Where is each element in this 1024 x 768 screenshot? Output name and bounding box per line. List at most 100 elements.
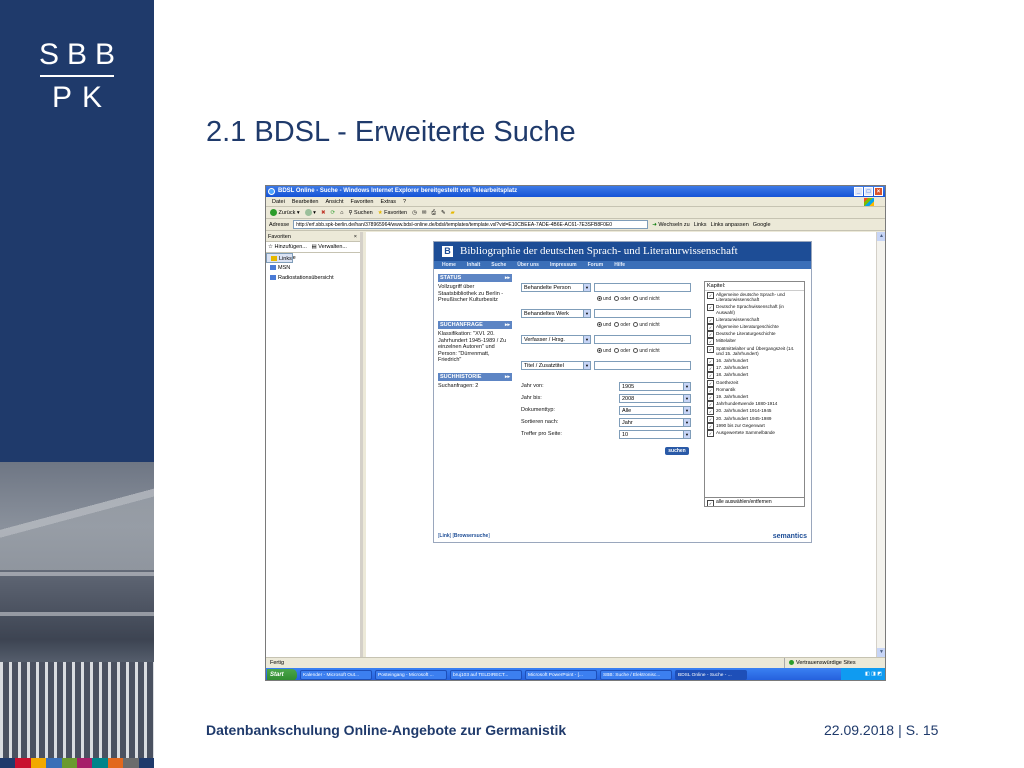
browsersuche-link[interactable]: Browsersuche xyxy=(454,533,488,539)
taskbar-task[interactable]: Kalender - Microsoft Out... xyxy=(300,669,372,680)
kapitel-checkbox[interactable]: 18. Jahrhundert xyxy=(705,371,804,380)
verfasser-input[interactable] xyxy=(594,335,691,344)
go-button[interactable]: ➜ Wechseln zu xyxy=(652,219,690,231)
radio-group-1[interactable]: und oder und nicht xyxy=(594,296,660,302)
search-button[interactable]: ⚲ Suchen xyxy=(348,207,372,219)
menu-item[interactable]: ? xyxy=(403,199,406,205)
close-pane-icon[interactable]: × xyxy=(354,232,357,242)
treffer-select[interactable]: 10 ▼ xyxy=(619,430,691,439)
home-icon[interactable]: ⌂ xyxy=(340,207,343,219)
back-button[interactable]: Zurück ▾ xyxy=(270,207,300,219)
refresh-icon[interactable]: ⟳ xyxy=(331,207,336,219)
window-title: BDSL Online - Suche - Windows Internet E… xyxy=(278,188,518,194)
sortieren-select[interactable]: Jahr ▼ xyxy=(619,418,691,427)
color-stripe xyxy=(0,758,16,768)
add-favorite-button[interactable]: ☆ Hinzufügen... xyxy=(268,244,307,250)
favorite-item[interactable]: Radiostationsübersicht xyxy=(266,273,360,283)
address-label: Adresse xyxy=(269,221,290,228)
stop-icon[interactable]: ✖ xyxy=(321,207,326,219)
vertical-scrollbar[interactable]: ▲ ▼ xyxy=(876,232,885,657)
forward-button[interactable]: ▾ xyxy=(304,207,316,219)
taskbar-task[interactable]: bruj103 auf TELDIRECT... xyxy=(450,669,522,680)
favorite-item[interactable]: Links xyxy=(266,253,293,263)
menu-item[interactable]: Ansicht xyxy=(325,199,343,205)
scroll-down-icon[interactable]: ▼ xyxy=(877,648,885,657)
kapitel-checkbox[interactable]: Spätmittelalter und Übergangszeit (14. u… xyxy=(705,345,804,357)
start-button[interactable]: Start xyxy=(267,668,297,680)
manage-favorites-button[interactable]: ▤ Verwalten... xyxy=(311,244,346,250)
site-nav-item[interactable]: Hilfe xyxy=(614,262,625,268)
color-stripe xyxy=(15,758,31,768)
kapitel-checkbox[interactable]: Goethezeit xyxy=(705,379,804,387)
minimize-icon[interactable]: _ xyxy=(854,187,863,196)
history-icon[interactable]: ◷ xyxy=(412,207,417,219)
address-input[interactable]: http://erf.sbb.spk-berlin.de/han/3789659… xyxy=(293,220,649,229)
kapitel-checkbox[interactable]: Jahrhundertwende 1880-1914 xyxy=(705,400,804,409)
kapitel-checkbox[interactable]: 20. Jahrhundert 1945-1989 xyxy=(705,415,804,423)
kapitel-checkbox[interactable]: 1990 bis zur Gegenwart xyxy=(705,422,804,431)
history-text[interactable]: Suchanfragen: 2 xyxy=(438,383,512,390)
kapitel-checkbox[interactable]: Romantik xyxy=(705,386,804,395)
status-bar: Fertig Vertrauenswürdige Sites xyxy=(266,657,885,668)
kapitel-checkbox[interactable]: Deutsche Sprachwissenschaft (in Auswahl) xyxy=(705,303,804,315)
dokumenttyp-select[interactable]: Alle ▼ xyxy=(619,406,691,415)
photo-columns xyxy=(0,662,154,758)
site-nav-item[interactable]: Suche xyxy=(491,262,506,268)
kapitel-checkbox[interactable]: Allgemeine deutsche Sprach- und Literatu… xyxy=(705,291,804,303)
print-icon[interactable]: ⎙ xyxy=(432,207,436,219)
taskbar-task[interactable]: Posteingang - Microsoft ... xyxy=(375,669,447,680)
favorite-item[interactable]: MSN xyxy=(266,263,360,273)
kapitel-checkbox[interactable]: 19. Jahrhundert xyxy=(705,393,804,402)
mail-icon[interactable]: ✉ xyxy=(422,207,427,219)
field-select-person[interactable]: Behandelte Person ▼ xyxy=(521,283,591,292)
folder-icon[interactable]: ▰ xyxy=(451,207,455,219)
status-text: Fertig xyxy=(270,660,285,666)
site-nav-item[interactable]: Home xyxy=(442,262,456,268)
search-submit-button[interactable]: suchen xyxy=(665,447,689,455)
kapitel-checkbox[interactable]: Deutsche Literaturgeschichte xyxy=(705,330,804,339)
edit-icon[interactable]: ✎ xyxy=(441,207,446,219)
jahr-von-select[interactable]: 1905 ▼ xyxy=(619,382,691,391)
close-icon[interactable]: × xyxy=(874,187,883,196)
site-nav-item[interactable]: Inhalt xyxy=(467,262,480,268)
menu-item[interactable]: Favoriten xyxy=(351,199,374,205)
taskbar-task[interactable]: SBB: Suche / Elektronisc... xyxy=(600,669,672,680)
kapitel-checkbox[interactable]: Allgemeine Literaturgeschichte xyxy=(705,323,804,332)
favorites-button[interactable]: ★ Favoriten xyxy=(378,207,407,219)
folder-icon xyxy=(271,256,277,262)
site-nav-item[interactable]: Über uns xyxy=(517,262,539,268)
taskbar-task[interactable]: BDSL Online - Suche - ... xyxy=(675,669,747,680)
jahr-bis-select[interactable]: 2008 ▼ xyxy=(619,394,691,403)
field-select-verfasser[interactable]: Verfasser / Hrsg. ▼ xyxy=(521,335,591,344)
menu-item[interactable]: Extras xyxy=(380,199,396,205)
taskbar-task[interactable]: Microsoft PowerPoint - [... xyxy=(525,669,597,680)
kapitel-checkbox[interactable]: 16. Jahrhundert xyxy=(705,357,804,366)
kapitel-checkbox[interactable]: Literaturwissenschaft xyxy=(705,316,804,325)
links-adjust-link[interactable]: Links anpassen xyxy=(711,219,749,231)
titel-input[interactable] xyxy=(594,361,691,370)
kapitel-select-all[interactable]: alle auswählen/entfernen xyxy=(705,497,804,506)
radio-group-3[interactable]: und oder und nicht xyxy=(594,348,660,354)
site-nav-item[interactable]: Impressum xyxy=(550,262,577,268)
werk-input[interactable] xyxy=(594,309,691,318)
scroll-up-icon[interactable]: ▲ xyxy=(877,232,885,241)
radio-group-2[interactable]: und oder und nicht xyxy=(594,322,660,328)
menu-item[interactable]: Bearbeiten xyxy=(292,199,319,205)
kapitel-checkbox[interactable]: 17. Jahrhundert xyxy=(705,364,804,373)
star-icon: ★ xyxy=(377,209,383,216)
field-select-werk[interactable]: Behandeltes Werk ▼ xyxy=(521,309,591,318)
link-footer[interactable]: Link xyxy=(439,533,449,539)
kapitel-checkbox[interactable]: Mittelalter xyxy=(705,337,804,346)
favorites-list: LinksGoogleMSNRadiostationsübersicht xyxy=(266,253,360,283)
maximize-icon[interactable]: □ xyxy=(864,187,873,196)
kapitel-checkbox[interactable]: Ausgewertete Sammelbände xyxy=(705,429,804,438)
site-nav-item[interactable]: Forum xyxy=(588,262,604,268)
google-link[interactable]: Google xyxy=(753,219,771,231)
treffer-label: Treffer pro Seite: xyxy=(521,431,562,437)
sbb-pk-logo: SBB PK xyxy=(0,38,154,115)
windows-logo-icon xyxy=(864,198,874,206)
menu-item[interactable]: Datei xyxy=(272,199,285,205)
person-input[interactable] xyxy=(594,283,691,292)
kapitel-checkbox[interactable]: 20. Jahrhundert 1914-1945 xyxy=(705,407,804,416)
field-select-titel[interactable]: Titel / Zusatztitel ▼ xyxy=(521,361,591,370)
